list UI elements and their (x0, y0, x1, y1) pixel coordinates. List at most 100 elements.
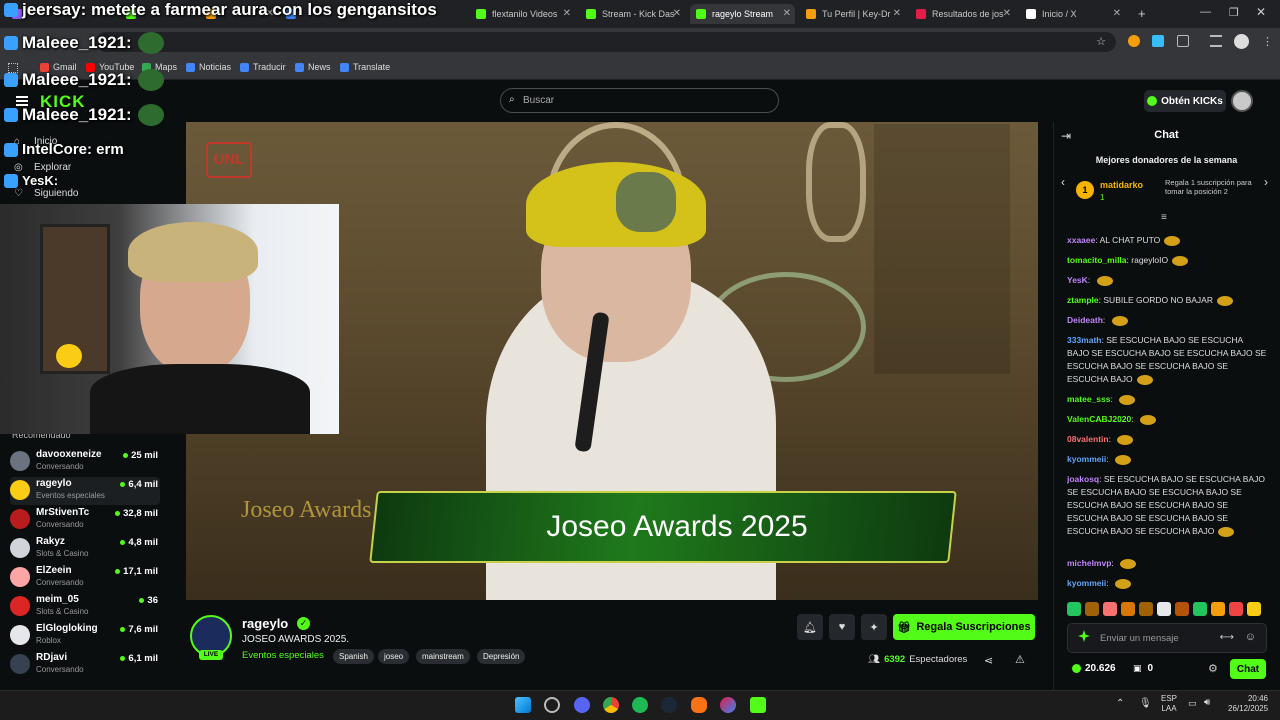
chat-username[interactable]: YesK (1067, 275, 1088, 285)
emote-bar[interactable] (1067, 602, 1267, 618)
stream-tag[interactable]: Depresión (477, 649, 526, 664)
chat-username[interactable]: matee_sss (1067, 394, 1110, 404)
microphone-icon[interactable]: 🎙︎ (1139, 698, 1152, 709)
emote-icon[interactable] (1229, 602, 1243, 616)
sidebar-channel-row[interactable]: RDjavi Conversando 6,1 mil (10, 651, 160, 679)
chat-username[interactable]: joakosq (1067, 474, 1099, 484)
chat-username[interactable]: 08valentin (1067, 434, 1109, 444)
chat-username[interactable]: tomacito_milla (1067, 255, 1127, 265)
clip-button[interactable]: ✦ (861, 614, 887, 640)
donor-name[interactable]: matidarko (1100, 180, 1143, 190)
minimize-icon[interactable]: — (1200, 6, 1211, 18)
channel-name[interactable]: rageylo (242, 616, 288, 631)
spotify-icon[interactable] (632, 697, 648, 713)
tab-close-icon[interactable]: ✕ (893, 8, 901, 19)
gift-subscriptions-button[interactable]: 🎁︎ Regala Suscripciones (893, 614, 1035, 640)
profile-avatar[interactable] (1234, 34, 1249, 49)
chat-pinned-icon[interactable]: ≡ (1161, 212, 1167, 223)
emote-icon[interactable] (1247, 602, 1261, 616)
emote-icon[interactable] (1157, 602, 1171, 616)
emote-icon[interactable] (1175, 602, 1189, 616)
chat-username[interactable]: kyommeii (1067, 454, 1106, 464)
bookmark-item[interactable]: Traducir (240, 62, 286, 72)
chat-input[interactable]: Enviar un mensaje ⟷ ☺ (1067, 623, 1267, 653)
report-icon[interactable]: ⚠ (1015, 653, 1025, 666)
sidebar-channel-row[interactable]: ElGlogloking Roblox 7,6 mil (10, 622, 160, 650)
network-icon[interactable]: ▭ (1188, 698, 1197, 709)
emote-icon[interactable] (1067, 602, 1081, 616)
tab-close-icon[interactable]: ✕ (1003, 8, 1011, 19)
sidebar-nav-item[interactable]: ◎ Explorar (14, 162, 71, 173)
gift-balance[interactable]: ▣ 0 (1133, 663, 1153, 674)
chat-username[interactable]: Deideath (1067, 315, 1103, 325)
chat-username[interactable]: ValenCABJ2020 (1067, 414, 1131, 424)
discord-icon[interactable] (574, 697, 590, 713)
app-icon[interactable] (544, 697, 560, 713)
url-field[interactable]: ☆ (96, 32, 1116, 52)
stream-tag[interactable]: Spanish (333, 649, 374, 664)
language-indicator[interactable]: ESP LAA (1161, 694, 1177, 714)
sidebar-channel-row[interactable]: ElZeein Conversando 17,1 mil (10, 564, 160, 592)
browser-tab[interactable]: flextanilo Videos ✕ (470, 4, 575, 24)
sidebar-channel-row[interactable]: rageylo Eventos especiales 6,4 mil (10, 477, 160, 505)
browser-tab[interactable]: Resultados de jos ✕ (910, 4, 1015, 24)
emote-icon[interactable] (1103, 602, 1117, 616)
new-tab-icon[interactable]: + (1138, 6, 1146, 21)
tab-close-icon[interactable]: ✕ (783, 8, 791, 19)
chrome-icon[interactable] (603, 697, 619, 713)
bookmark-item[interactable]: Noticias (186, 62, 231, 72)
emote-icon[interactable] (1211, 602, 1225, 616)
sidebar-nav-item[interactable]: ♡ Siguiendo (14, 188, 78, 199)
menu-kebab-icon[interactable]: ⋮ (1262, 35, 1273, 48)
user-avatar[interactable] (1231, 90, 1253, 112)
stream-tag[interactable]: joseo (378, 649, 410, 664)
sidebar-channel-row[interactable]: davooxeneize Conversando 25 mil (10, 448, 160, 476)
puzzle-icon[interactable] (1177, 35, 1189, 47)
bookmark-item[interactable]: Translate (340, 62, 390, 72)
window-close-icon[interactable]: ✕ (1256, 5, 1266, 19)
emote-icon[interactable] (1085, 602, 1099, 616)
browser-tab[interactable]: Inicio / X ✕ (1020, 4, 1125, 24)
chat-username[interactable]: kyommeii (1067, 578, 1106, 588)
sidebar-channel-row[interactable]: meim_05 Slots & Casino 36 (10, 593, 160, 621)
bookmark-star-icon[interactable]: ☆ (1096, 35, 1106, 48)
emote-icon[interactable] (1139, 602, 1153, 616)
sidebar-channel-row[interactable]: Rakyz Slots & Casino 4,8 mil (10, 535, 160, 563)
translate-icon[interactable]: ⟷ (1220, 632, 1234, 643)
stream-category[interactable]: Eventos especiales (242, 650, 324, 661)
tab-close-icon[interactable]: ✕ (673, 8, 681, 19)
maximize-icon[interactable]: ❐ (1229, 6, 1239, 19)
donors-prev-icon[interactable]: ‹ (1061, 175, 1065, 189)
app-icon[interactable] (720, 697, 736, 713)
brave-icon[interactable] (691, 697, 707, 713)
chat-username[interactable]: michelmvp (1067, 558, 1111, 568)
sidebar-channel-row[interactable]: MrStivenTc Conversando 32,8 mil (10, 506, 160, 534)
windows-start-icon[interactable] (515, 697, 531, 713)
translate-extension-icon[interactable] (1152, 35, 1164, 47)
browser-tab[interactable]: Tu Perfil | Key-Dr ✕ (800, 4, 905, 24)
extension-icon[interactable] (1128, 35, 1140, 47)
clock[interactable]: 20:46 26/12/2025 (1228, 694, 1268, 714)
bookmark-item[interactable]: News (295, 62, 331, 72)
emoji-icon[interactable]: ☺ (1245, 631, 1256, 643)
chat-username[interactable]: 333math (1067, 335, 1102, 345)
follow-button[interactable]: ♥ (829, 614, 855, 640)
notification-bell-button[interactable]: 🔔︎ (797, 614, 823, 640)
media-icon[interactable] (1210, 35, 1222, 47)
obten-kicks-button[interactable]: Obtén KICKs (1144, 90, 1226, 112)
emote-icon[interactable] (1193, 602, 1207, 616)
share-icon[interactable]: ⋖ (984, 654, 993, 667)
browser-tab[interactable]: rageylo Stream ✕ (690, 4, 795, 24)
volume-icon[interactable]: 🔊︎ (1204, 697, 1210, 708)
chat-settings-icon[interactable]: ⚙ (1208, 662, 1218, 675)
browser-tab[interactable]: Stream - Kick Das ✕ (580, 4, 685, 24)
tab-close-icon[interactable]: ✕ (1113, 8, 1121, 19)
stream-tag[interactable]: mainstream (416, 649, 470, 664)
kicks-balance[interactable]: 20.626 (1072, 663, 1116, 674)
chat-username[interactable]: ztample (1067, 295, 1099, 305)
kick-app-icon[interactable] (750, 697, 766, 713)
tab-close-icon[interactable]: ✕ (563, 8, 571, 19)
search-input[interactable]: ⌕ Buscar (500, 88, 779, 113)
send-chat-button[interactable]: Chat (1230, 659, 1266, 679)
chat-username[interactable]: xxaaee (1067, 235, 1095, 245)
